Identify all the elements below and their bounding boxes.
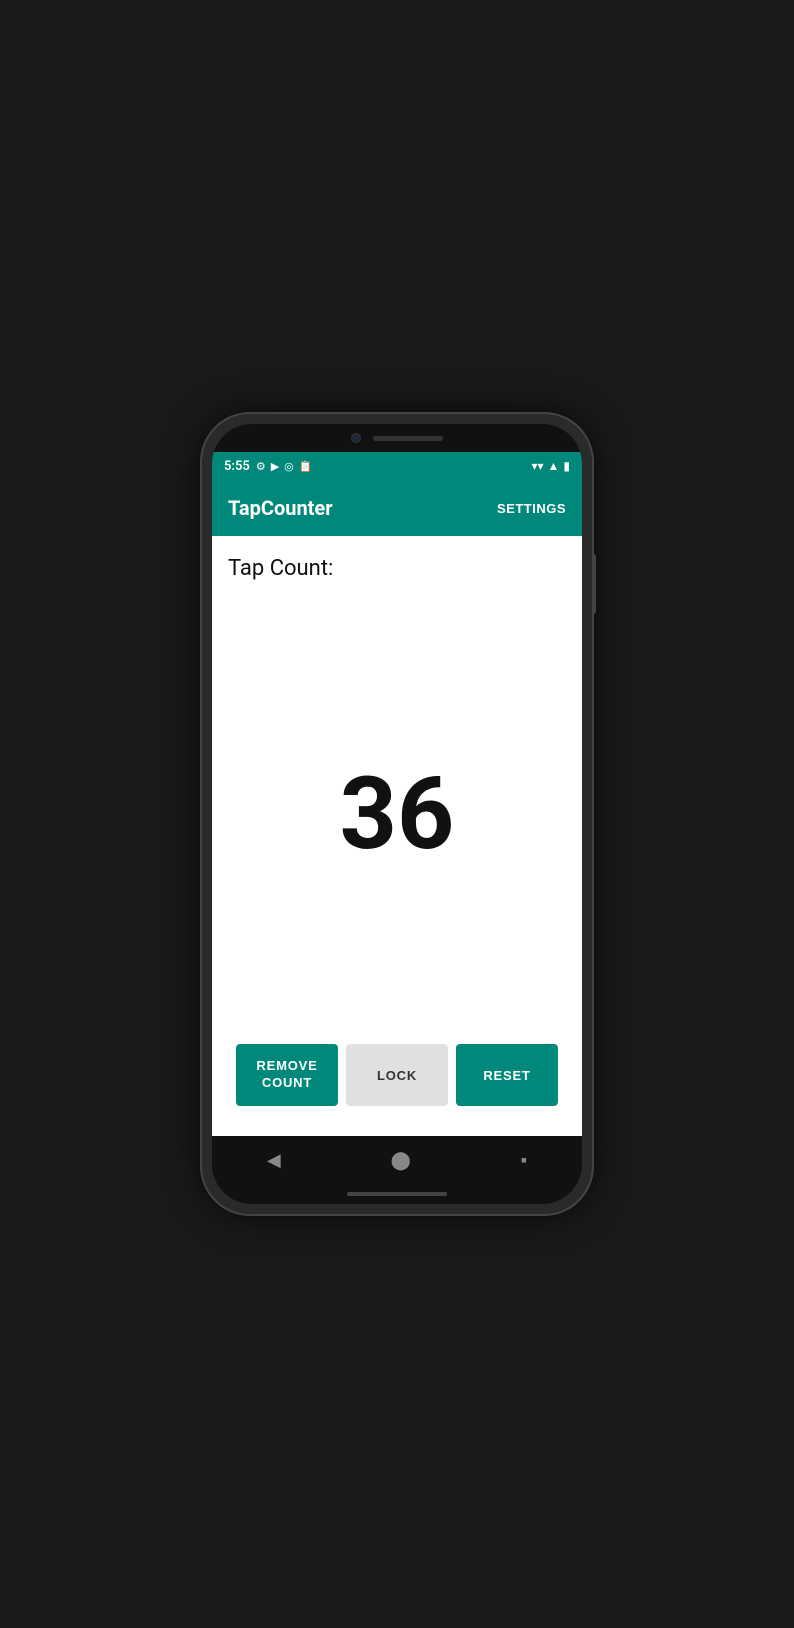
app-title: TapCounter <box>228 496 497 520</box>
phone-screen: 5:55 ⚙ ▶ ◎ 📋 ▾▾ ▲ ▮ TapCounter SETTINGS … <box>212 424 582 1204</box>
app-bar: TapCounter SETTINGS <box>212 480 582 536</box>
home-button[interactable]: ⬤ <box>391 1150 411 1171</box>
bottom-buttons: REMOVE COUNT LOCK RESET <box>228 1032 566 1120</box>
lock-button[interactable]: LOCK <box>346 1044 448 1106</box>
back-button[interactable]: ◀ <box>267 1150 281 1171</box>
signal-icon: ▲ <box>548 459 560 473</box>
phone-top-bezel <box>212 424 582 452</box>
clipboard-icon: 📋 <box>299 460 313 473</box>
antenna-icon: ◎ <box>284 460 294 473</box>
battery-icon: ▮ <box>563 459 570 473</box>
bottom-bar <box>212 1184 582 1204</box>
main-content: Tap Count: 36 REMOVE COUNT LOCK RESET <box>212 536 582 1136</box>
status-icons-left: ⚙ ▶ ◎ 📋 <box>256 460 313 473</box>
play-icon: ▶ <box>271 460 279 473</box>
phone-device: 5:55 ⚙ ▶ ◎ 📋 ▾▾ ▲ ▮ TapCounter SETTINGS … <box>202 414 592 1214</box>
remove-count-button[interactable]: REMOVE COUNT <box>236 1044 338 1106</box>
count-value: 36 <box>340 765 455 865</box>
status-time: 5:55 <box>224 459 250 474</box>
reset-button[interactable]: RESET <box>456 1044 558 1106</box>
settings-button[interactable]: SETTINGS <box>497 497 566 520</box>
recents-button[interactable]: ▪ <box>521 1150 527 1171</box>
count-display[interactable]: 36 <box>228 597 566 1032</box>
status-icons-right: ▾▾ ▲ ▮ <box>531 459 570 473</box>
earpiece-speaker <box>373 436 443 441</box>
status-bar: 5:55 ⚙ ▶ ◎ 📋 ▾▾ ▲ ▮ <box>212 452 582 480</box>
bottom-indicator <box>347 1192 447 1196</box>
navigation-bar: ◀ ⬤ ▪ <box>212 1136 582 1184</box>
wifi-icon: ▾▾ <box>531 459 543 473</box>
front-camera <box>351 433 361 443</box>
gear-icon: ⚙ <box>256 460 266 473</box>
tap-count-label: Tap Count: <box>228 556 566 581</box>
